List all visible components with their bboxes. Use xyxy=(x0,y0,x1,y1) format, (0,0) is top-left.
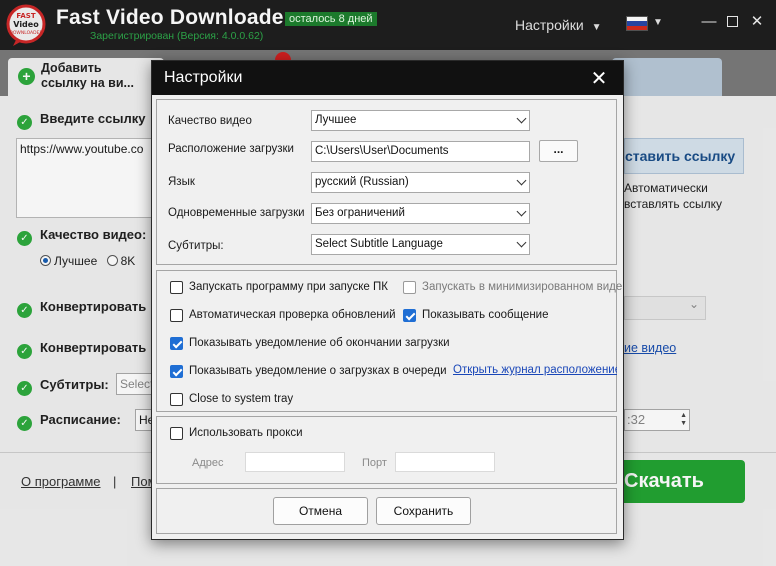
chevron-down-icon xyxy=(516,237,527,248)
tray-checkbox[interactable] xyxy=(170,393,183,406)
auto-update-checkbox-label: Автоматическая проверка обновлений xyxy=(189,309,396,321)
show-message-checkbox[interactable] xyxy=(403,309,416,322)
subtitles-select[interactable]: Select Subtitle Language xyxy=(311,234,530,255)
download-location-label: Расположение загрузки xyxy=(168,143,294,155)
notify-queue-checkbox[interactable] xyxy=(170,365,183,378)
chevron-down-icon xyxy=(516,113,527,124)
behavior-options-group: Запускать программу при запуске ПК Запус… xyxy=(156,270,622,412)
notify-finish-checkbox[interactable] xyxy=(170,337,183,350)
concurrent-downloads-select[interactable]: Без ограничений xyxy=(311,203,530,224)
quality-select[interactable]: Лучшее xyxy=(311,110,530,131)
minimized-checkbox[interactable] xyxy=(403,281,416,294)
dialog-title: Настройки xyxy=(164,69,243,86)
close-icon[interactable]: ✕ xyxy=(589,66,609,91)
show-message-checkbox-label: Показывать сообщение xyxy=(422,309,549,321)
cancel-button[interactable]: Отмена xyxy=(273,497,368,525)
proxy-port-field[interactable] xyxy=(395,452,495,472)
browse-button[interactable]: ... xyxy=(539,140,578,162)
proxy-group: Использовать прокси Адрес Порт xyxy=(156,416,617,484)
subtitles-label: Субтитры: xyxy=(168,240,224,252)
notify-finish-checkbox-label: Показывать уведомление об окончании загр… xyxy=(189,337,450,349)
auto-update-checkbox[interactable] xyxy=(170,309,183,322)
quality-label: Качество видео xyxy=(168,115,252,127)
general-settings-group: Качество видео Лучшее Расположение загру… xyxy=(156,99,617,265)
minimized-checkbox-label: Запускать в минимизированном виде xyxy=(422,281,623,293)
settings-dialog: Настройки ✕ Качество видео Лучшее Распол… xyxy=(151,60,624,540)
proxy-address-label: Адрес xyxy=(192,457,224,469)
language-label: Язык xyxy=(168,176,195,188)
tray-checkbox-label: Close to system tray xyxy=(189,393,294,405)
dialog-buttons-group: Отмена Сохранить xyxy=(156,488,617,534)
proxy-address-field[interactable] xyxy=(245,452,345,472)
startup-checkbox[interactable] xyxy=(170,281,183,294)
use-proxy-checkbox-label: Использовать прокси xyxy=(189,427,303,439)
proxy-port-label: Порт xyxy=(362,457,387,469)
notify-queue-checkbox-label: Показывать уведомление о загрузках в оче… xyxy=(189,365,447,377)
use-proxy-checkbox[interactable] xyxy=(170,427,183,440)
language-select[interactable]: русский (Russian) xyxy=(311,172,530,193)
chevron-down-icon xyxy=(516,206,527,217)
download-location-field[interactable]: C:\Users\User\Documents xyxy=(311,141,530,162)
chevron-down-icon xyxy=(516,175,527,186)
dialog-title-bar: Настройки ✕ xyxy=(152,61,623,95)
startup-checkbox-label: Запускать программу при запуске ПК xyxy=(189,281,388,293)
main-window: FAST Video DOWNLOADER Fast Video Downloa… xyxy=(0,0,776,566)
concurrent-downloads-label: Одновременные загрузки xyxy=(168,207,305,219)
save-button[interactable]: Сохранить xyxy=(376,497,471,525)
open-log-link[interactable]: Открыть журнал расположение xyxy=(453,364,617,376)
